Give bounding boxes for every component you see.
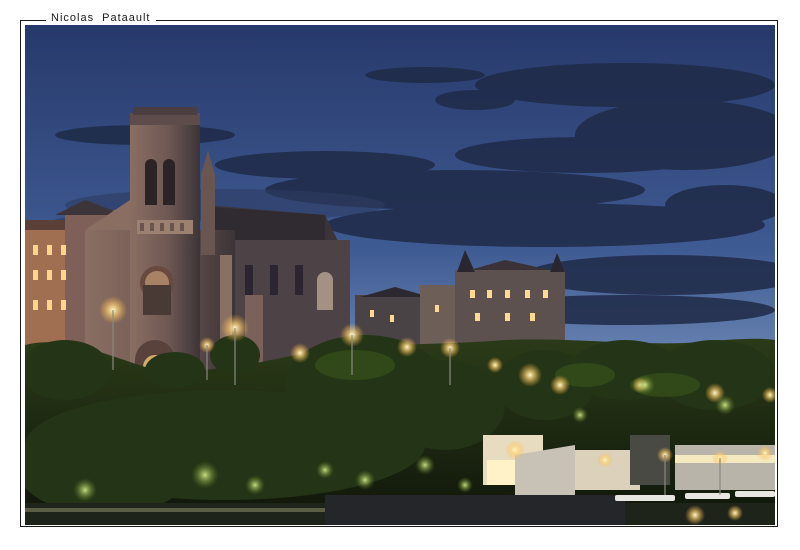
photo [25,25,775,525]
photographer-caption: Nicolas Pataault [46,11,156,25]
